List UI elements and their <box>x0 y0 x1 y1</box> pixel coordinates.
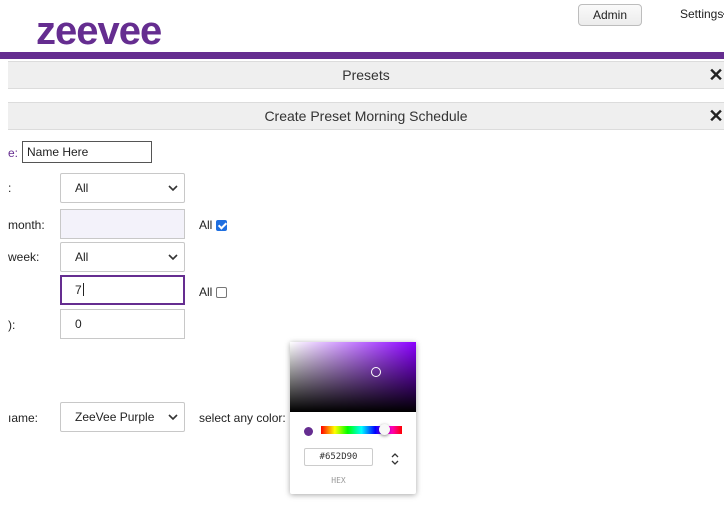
chevron-down-icon <box>168 185 178 192</box>
close-create-preset-icon[interactable]: ✕ <box>708 103 724 129</box>
preset-name-input[interactable]: Name Here <box>22 141 152 163</box>
day-of-month-all[interactable]: All <box>199 218 228 232</box>
settings-menu[interactable]: Settings <box>680 7 724 21</box>
presets-panel-header[interactable]: Presets ✕ <box>8 61 724 89</box>
close-presets-icon[interactable]: ✕ <box>708 62 724 88</box>
month-select[interactable]: All <box>60 173 185 203</box>
preset-name-label: e: <box>8 146 19 160</box>
minute-label: ): <box>8 318 16 332</box>
minute-input[interactable]: 0 <box>60 309 185 339</box>
logo-text: zeevee <box>36 9 161 50</box>
day-of-week-label: week: <box>8 250 40 264</box>
chevron-down-icon <box>168 414 178 421</box>
hour-input[interactable]: 7 <box>60 275 185 305</box>
presets-title: Presets <box>342 67 390 83</box>
format-toggle-icon[interactable] <box>390 449 400 469</box>
create-preset-panel-header: Create Preset Morning Schedule ✕ <box>8 102 724 130</box>
current-color-swatch <box>304 427 313 436</box>
text-caret <box>82 283 84 296</box>
select-any-color-label: select any color: <box>199 411 286 425</box>
color-name-select[interactable]: ZeeVee Purple <box>60 402 185 432</box>
minute-input-value: 0 <box>75 317 82 331</box>
day-of-week-select[interactable]: All <box>60 242 185 272</box>
hour-all-label: All <box>199 285 213 299</box>
zeevee-logo: zeevee <box>36 9 162 50</box>
color-picker-popover: #652D90 HEX <box>290 342 416 494</box>
saturation-handle[interactable] <box>371 367 381 377</box>
month-select-value: All <box>75 181 89 195</box>
hour-all-checkbox[interactable] <box>216 287 228 298</box>
hex-input[interactable]: #652D90 <box>304 448 373 466</box>
hour-input-value: 7 <box>75 283 82 297</box>
saturation-area[interactable] <box>290 342 416 412</box>
settings-label: Settings <box>680 7 724 21</box>
hour-all[interactable]: All <box>199 285 228 299</box>
hue-slider[interactable] <box>321 426 402 434</box>
day-of-week-select-value: All <box>75 250 89 264</box>
day-of-month-all-label: All <box>199 218 213 232</box>
create-preset-title: Create Preset Morning Schedule <box>264 108 468 124</box>
day-of-month-input[interactable] <box>60 209 185 239</box>
color-name-select-value: ZeeVee Purple <box>75 410 155 424</box>
chevron-down-icon <box>168 254 178 261</box>
month-label: : <box>8 181 12 195</box>
color-name-label: ıame: <box>8 411 39 425</box>
day-of-month-label: month: <box>8 218 45 232</box>
hue-slider-handle[interactable] <box>378 424 390 435</box>
header-divider <box>0 52 724 59</box>
admin-button[interactable]: Admin <box>578 4 642 26</box>
hex-format-label: HEX <box>331 476 346 485</box>
day-of-month-all-checkbox[interactable] <box>216 220 228 231</box>
